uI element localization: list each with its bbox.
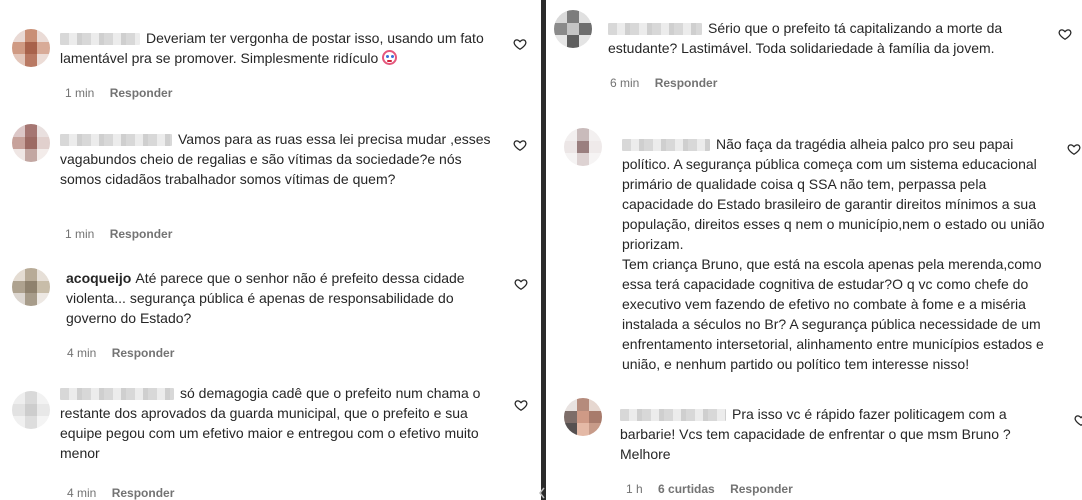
comment-item: Não faça da tragédia alheia palco pro se… <box>546 110 1082 400</box>
comment-item: acoqueijo Até parece que o senhor não é p… <box>0 250 541 375</box>
avatar[interactable] <box>554 10 592 48</box>
comment-item: só demagogia cadê que o prefeito num cha… <box>0 375 541 500</box>
comment-meta: 4 min Responder <box>67 346 186 360</box>
username-blurred[interactable] <box>620 409 726 422</box>
like-heart-icon[interactable] <box>514 398 528 412</box>
comment-time: 4 min <box>67 486 97 500</box>
comment-meta: 1 min Responder <box>65 86 184 100</box>
reply-button[interactable]: Responder <box>730 482 793 496</box>
avatar[interactable] <box>564 398 602 436</box>
comment-body: Não faça da tragédia alheia palco pro se… <box>622 134 1050 374</box>
comment-meta: 6 min Responder <box>610 76 729 90</box>
like-heart-icon[interactable] <box>1074 413 1082 427</box>
right-comments-panel: Sério que o prefeito tá capitalizando a … <box>546 0 1082 500</box>
comment-username[interactable]: acoqueijo <box>66 270 131 286</box>
reply-button[interactable]: Responder <box>655 76 718 90</box>
username-blurred[interactable] <box>622 139 710 152</box>
username-blurred[interactable] <box>608 23 702 36</box>
clown-face-icon <box>382 50 398 65</box>
avatar[interactable] <box>12 391 50 429</box>
likes-count[interactable]: 6 curtidas <box>658 482 715 496</box>
comment-text: Não faça da tragédia alheia palco pro se… <box>622 136 1045 252</box>
comment-item: Vamos para as ruas essa lei precisa muda… <box>0 110 541 250</box>
like-heart-icon[interactable] <box>513 138 527 152</box>
comment-body: acoqueijo Até parece que o senhor não é p… <box>66 268 466 328</box>
username-blurred[interactable] <box>60 33 140 46</box>
comment-paragraph: Não faça da tragédia alheia palco pro se… <box>622 134 1050 254</box>
like-heart-icon[interactable] <box>1058 27 1072 41</box>
comment-item: Deveriam ter vergonha de postar isso, us… <box>0 0 541 110</box>
reply-button[interactable]: Responder <box>112 346 175 360</box>
username-blurred[interactable] <box>60 134 172 147</box>
comment-meta: 1 h 6 curtidas Responder <box>626 482 805 496</box>
like-heart-icon[interactable] <box>513 37 527 51</box>
comment-item: Pra isso vc é rápido fazer politicagem c… <box>546 396 1082 500</box>
reply-button[interactable]: Responder <box>110 86 173 100</box>
reply-button[interactable]: Responder <box>112 486 175 500</box>
left-comments-panel: Deveriam ter vergonha de postar isso, us… <box>0 0 541 500</box>
like-heart-icon[interactable] <box>1067 142 1081 156</box>
comment-meta: 1 min Responder <box>65 227 184 241</box>
comment-text: Tem criança Bruno, que está na escola ap… <box>622 256 1044 372</box>
like-heart-icon[interactable] <box>514 277 528 291</box>
comment-time: 6 min <box>610 76 640 90</box>
comment-body: Sério que o prefeito tá capitalizando a … <box>608 18 1038 58</box>
comment-time: 1 min <box>65 86 95 100</box>
username-blurred[interactable] <box>60 388 174 401</box>
comment-time: 1 min <box>65 227 95 241</box>
comment-item: Sério que o prefeito tá capitalizando a … <box>546 0 1082 110</box>
avatar[interactable] <box>12 124 50 162</box>
comment-meta: 4 min Responder <box>67 486 186 500</box>
comment-time: 1 h <box>626 482 643 496</box>
comment-time: 4 min <box>67 346 97 360</box>
reply-button[interactable]: Responder <box>110 227 173 241</box>
comment-body: só demagogia cadê que o prefeito num cha… <box>60 383 500 463</box>
comment-body: Deveriam ter vergonha de postar isso, us… <box>60 28 500 68</box>
comment-paragraph: Tem criança Bruno, que está na escola ap… <box>622 254 1050 374</box>
comment-body: Pra isso vc é rápido fazer politicagem c… <box>620 404 1050 464</box>
comment-body: Vamos para as ruas essa lei precisa muda… <box>60 129 500 189</box>
avatar[interactable] <box>564 128 602 166</box>
avatar[interactable] <box>12 268 50 306</box>
scrollbar-thumb[interactable] <box>538 486 546 500</box>
avatar[interactable] <box>12 29 50 67</box>
